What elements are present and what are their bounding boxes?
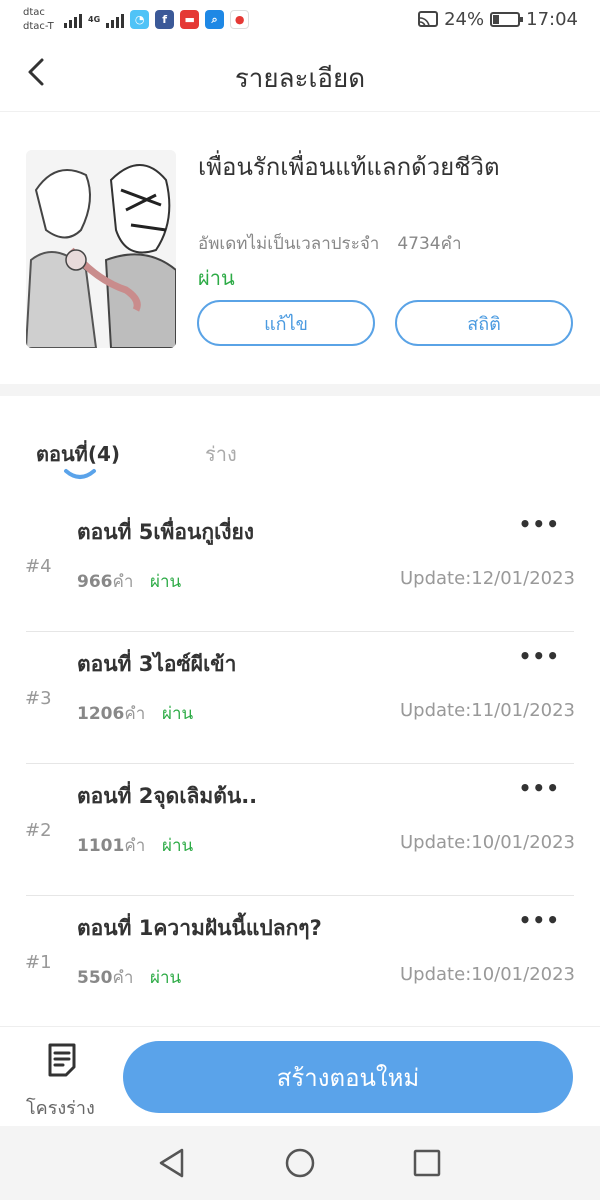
episode-title: ตอนที่ 1ความฝันนี้แปลกๆ? xyxy=(77,916,322,940)
tab-indicator xyxy=(64,469,96,479)
word-number: 1206 xyxy=(77,704,125,724)
episode-status: ผ่าน xyxy=(162,704,194,724)
stats-button[interactable]: สถิติ xyxy=(395,300,573,346)
book-title: เพื่อนรักเพื่อนแท้แลกด้วยชีวิต xyxy=(198,153,500,181)
episode-status: ผ่าน xyxy=(150,572,182,592)
episode-title: ตอนที่ 2จุดเลิมต้น.. xyxy=(77,784,258,808)
clock: 17:04 xyxy=(526,9,578,30)
battery-percent: 24% xyxy=(444,9,485,30)
battery-icon xyxy=(490,12,524,27)
nav-recents-icon[interactable] xyxy=(410,1146,444,1180)
search-app-icon: ⌕ xyxy=(205,10,225,29)
signal-icon-2 xyxy=(106,12,125,28)
tab-drafts[interactable]: ร่าง xyxy=(205,438,237,470)
episode-index: #4 xyxy=(25,556,52,577)
status-bar: dtac dtac-T 4G ◔ f ▬ ⌕ ● 24% 17:04 xyxy=(0,0,600,40)
header: รายละเอียด xyxy=(0,40,600,112)
facebook-icon: f xyxy=(155,10,175,29)
episode-status: ผ่าน xyxy=(150,968,182,988)
more-options-icon[interactable]: ••• xyxy=(519,908,560,932)
word-unit: คำ xyxy=(112,968,134,988)
update-schedule: อัพเดทไม่เป็นเวลาประจำ xyxy=(198,234,380,254)
outline-document-icon xyxy=(48,1043,76,1077)
book-cover[interactable] xyxy=(26,150,176,348)
carrier-info: dtac dtac-T xyxy=(23,6,54,34)
episode-word-count: 550คำ xyxy=(77,964,133,991)
drafts-label: โครงร่าง xyxy=(26,1098,95,1119)
book-status: ผ่าน xyxy=(198,266,235,290)
word-number: 1101 xyxy=(77,836,125,856)
episode-word-count: 1101คำ xyxy=(77,832,145,859)
word-number: 966 xyxy=(77,572,113,592)
episode-row[interactable]: #2 ตอนที่ 2จุดเลิมต้น.. ••• 1101คำ ผ่าน … xyxy=(0,764,600,896)
episode-index: #1 xyxy=(25,952,52,973)
word-unit: คำ xyxy=(124,704,146,724)
app-icon-red: ▬ xyxy=(180,10,200,29)
bottom-action-bar: โครงร่าง สร้างตอนใหม่ xyxy=(0,1026,600,1126)
cast-icon xyxy=(418,10,439,27)
more-options-icon[interactable]: ••• xyxy=(519,644,560,668)
episode-index: #3 xyxy=(25,688,52,709)
nav-back-icon[interactable] xyxy=(155,1146,189,1180)
carrier-name-2: dtac-T xyxy=(23,21,54,32)
more-options-icon[interactable]: ••• xyxy=(519,776,560,800)
episode-row[interactable]: #4 ตอนที่ 5เพื่อนกูเงี่ยง ••• 966คำ ผ่าน… xyxy=(0,500,600,632)
book-meta: อัพเดทไม่เป็นเวลาประจำ 4734คำ xyxy=(198,230,462,257)
edit-button[interactable]: แก้ไข xyxy=(197,300,375,346)
episode-word-count: 1206คำ xyxy=(77,700,145,727)
episode-word-count: 966คำ xyxy=(77,568,133,595)
section-divider xyxy=(0,384,600,396)
episode-index: #2 xyxy=(25,820,52,841)
more-options-icon[interactable]: ••• xyxy=(519,512,560,536)
app-notification-icon: ◔ xyxy=(130,10,150,29)
episode-status: ผ่าน xyxy=(162,836,194,856)
word-unit: คำ xyxy=(124,836,146,856)
create-episode-button[interactable]: สร้างตอนใหม่ xyxy=(123,1041,573,1113)
word-number: 550 xyxy=(77,968,113,988)
signal-icon xyxy=(64,12,82,28)
book-word-count: 4734คำ xyxy=(397,234,462,254)
word-unit: คำ xyxy=(112,572,134,592)
episode-update-date: Update:10/01/2023 xyxy=(400,832,575,853)
episode-update-date: Update:10/01/2023 xyxy=(400,964,575,985)
episode-title: ตอนที่ 5เพื่อนกูเงี่ยง xyxy=(77,520,255,544)
system-nav-bar xyxy=(0,1126,600,1200)
cover-illustration xyxy=(26,150,176,348)
drafts-button[interactable]: โครงร่าง xyxy=(22,1043,104,1123)
book-info: เพื่อนรักเพื่อนแท้แลกด้วยชีวิต อัพเดทไม่… xyxy=(0,112,600,384)
carrier-name: dtac xyxy=(23,7,45,18)
tab-bar: ตอนที่(4) ร่าง xyxy=(0,430,600,490)
episode-update-date: Update:11/01/2023 xyxy=(400,700,575,721)
nav-home-icon[interactable] xyxy=(283,1146,317,1180)
page-title: รายละเอียด xyxy=(234,64,366,94)
episode-title: ตอนที่ 3ไอซ์ผีเข้า xyxy=(77,652,237,676)
episode-update-date: Update:12/01/2023 xyxy=(400,568,575,589)
status-right: 24% 17:04 xyxy=(418,9,578,30)
episode-row[interactable]: #1 ตอนที่ 1ความฝันนี้แปลกๆ? ••• 550คำ ผ่… xyxy=(0,896,600,1028)
network-type: 4G xyxy=(88,14,101,24)
maps-icon: ● xyxy=(230,10,250,29)
status-icons: 4G ◔ f ▬ ⌕ ● xyxy=(64,10,250,29)
episode-row[interactable]: #3 ตอนที่ 3ไอซ์ผีเข้า ••• 1206คำ ผ่าน Up… xyxy=(0,632,600,764)
